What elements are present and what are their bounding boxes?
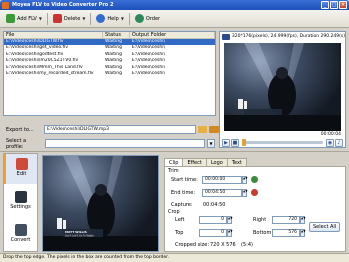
end-time-label: End time: — [171, 190, 196, 196]
cropped-size-label: Cropped size: — [175, 242, 210, 248]
start-time-input[interactable]: 00:00:00 — [202, 176, 242, 184]
seek-slider[interactable] — [242, 139, 323, 146]
export-path-input[interactable]: E:\Video\ceshi\DLIGTW.mp3 — [43, 125, 196, 134]
help-icon — [96, 14, 106, 23]
nav-edit[interactable]: Edit — [4, 154, 37, 184]
right-label: Right — [253, 217, 267, 223]
left-label: Left — [175, 217, 185, 223]
concert-scene-image — [224, 43, 341, 131]
status-bar: Drop the top edge. The pixels in the box… — [0, 253, 349, 262]
add-flv-button[interactable]: Add FLV ▼ — [4, 13, 44, 24]
crop-top-spinner[interactable]: ▲▼ — [227, 229, 233, 237]
tv-icon — [222, 33, 230, 40]
volume-button[interactable]: ♪ — [335, 138, 343, 147]
concert-scene-image: MATT WILLIS Don't Let It Go To Waste — [43, 156, 158, 251]
edit-icon — [15, 158, 28, 170]
settings-panel: Edit Settings Convert MATT WILLIS Don't … — [0, 151, 349, 253]
folder-icon[interactable] — [197, 126, 208, 133]
crop-bottom-spinner[interactable]: ▲▼ — [300, 229, 306, 237]
aspect-ratio-value: (5:4) — [241, 242, 253, 248]
stop-button[interactable]: ■ — [231, 138, 239, 147]
crop-left-spinner[interactable]: ▲▼ — [227, 216, 233, 224]
column-file[interactable]: File — [4, 32, 104, 38]
crop-left-input[interactable]: 0 — [199, 216, 227, 224]
seek-handle[interactable] — [242, 139, 246, 146]
delete-icon — [52, 14, 62, 23]
close-button[interactable]: × — [339, 1, 347, 9]
caption-song: Don't Let It Go To Waste — [65, 235, 94, 238]
nav-settings[interactable]: Settings — [4, 187, 37, 217]
toolbar: Add FLV ▼ Delete ▼ Help ▼ Order — [0, 10, 349, 28]
video-info: 320*176(pixels), 24.999(fps), Duration 2… — [231, 34, 345, 39]
chevron-down-icon: ▼ — [38, 16, 42, 21]
end-time-input[interactable]: 00:04:50 — [202, 189, 242, 197]
open-folder-icon[interactable] — [209, 126, 220, 133]
chevron-down-icon: ▼ — [120, 16, 124, 21]
edit-preview-video: MATT WILLIS Don't Let It Go To Waste — [42, 155, 159, 252]
nav-convert[interactable]: Convert — [4, 220, 37, 250]
export-label: Export to... — [6, 126, 34, 133]
cart-icon — [134, 14, 144, 23]
column-status[interactable]: Status — [103, 32, 130, 38]
top-label: Top — [175, 230, 184, 236]
maximize-button[interactable]: □ — [330, 1, 338, 9]
cropped-size-value: 720 X 576 — [210, 242, 236, 248]
delete-button[interactable]: Delete ▼ — [51, 13, 88, 24]
chevron-down-icon[interactable]: ▼ — [207, 139, 215, 148]
window-title: Moyea FLV to Video Converter Pro 2 — [12, 2, 114, 8]
preview-panel: 320*176(pixels), 24.999(fps), Duration 2… — [219, 31, 346, 148]
title-bar: Moyea FLV to Video Converter Pro 2 _ □ × — [0, 0, 349, 10]
capture-value: 00:04:50 — [203, 202, 226, 208]
start-time-spinner[interactable]: ▲▼ — [242, 176, 248, 184]
chevron-down-icon: ▼ — [82, 16, 86, 21]
caption-name: MATT WILLIS — [65, 230, 87, 234]
crop-bottom-input[interactable]: 576 — [272, 229, 300, 237]
profile-label: Select a profile: — [6, 137, 27, 150]
file-list-header: File Status Output Folder — [4, 32, 215, 39]
convert-icon — [14, 224, 27, 236]
add-icon — [6, 14, 15, 23]
column-output-folder[interactable]: Output Folder — [130, 32, 215, 38]
profile-select[interactable] — [45, 139, 205, 148]
side-navigation: Edit Settings Convert — [3, 153, 38, 252]
play-button[interactable]: ▶ — [222, 138, 230, 147]
set-end-icon[interactable] — [251, 189, 258, 196]
help-button[interactable]: Help ▼ — [94, 13, 125, 24]
bottom-label: Bottom — [253, 230, 272, 236]
order-button[interactable]: Order — [133, 13, 162, 24]
table-row[interactable]: E:\Video\ceshi\my_recorded_stream.flv Wa… — [4, 71, 215, 77]
wrench-icon — [14, 191, 27, 203]
clip-tab-content: Trim Start time: 00:00:00 ▲▼ End time: 0… — [164, 166, 346, 252]
playback-time: 00:00:04 — [320, 132, 341, 137]
select-all-button[interactable]: Select All — [309, 222, 341, 232]
snapshot-button[interactable]: ◉ — [326, 138, 334, 147]
app-icon — [2, 1, 9, 9]
preview-video — [224, 43, 341, 131]
end-time-spinner[interactable]: ▲▼ — [242, 189, 248, 197]
crop-top-input[interactable]: 0 — [199, 229, 227, 237]
minimize-button[interactable]: _ — [321, 1, 329, 9]
crop-right-input[interactable]: 720 — [272, 216, 300, 224]
capture-label: Capture: — [171, 202, 193, 208]
set-start-icon[interactable] — [251, 176, 258, 183]
crop-group-label: Crop — [168, 209, 180, 215]
file-list[interactable]: File Status Output Folder E:\Video\ceshi… — [3, 31, 216, 116]
start-time-label: Start time: — [171, 177, 198, 183]
trim-group-label: Trim — [168, 168, 179, 174]
crop-right-spinner[interactable]: ▲▼ — [300, 216, 306, 224]
